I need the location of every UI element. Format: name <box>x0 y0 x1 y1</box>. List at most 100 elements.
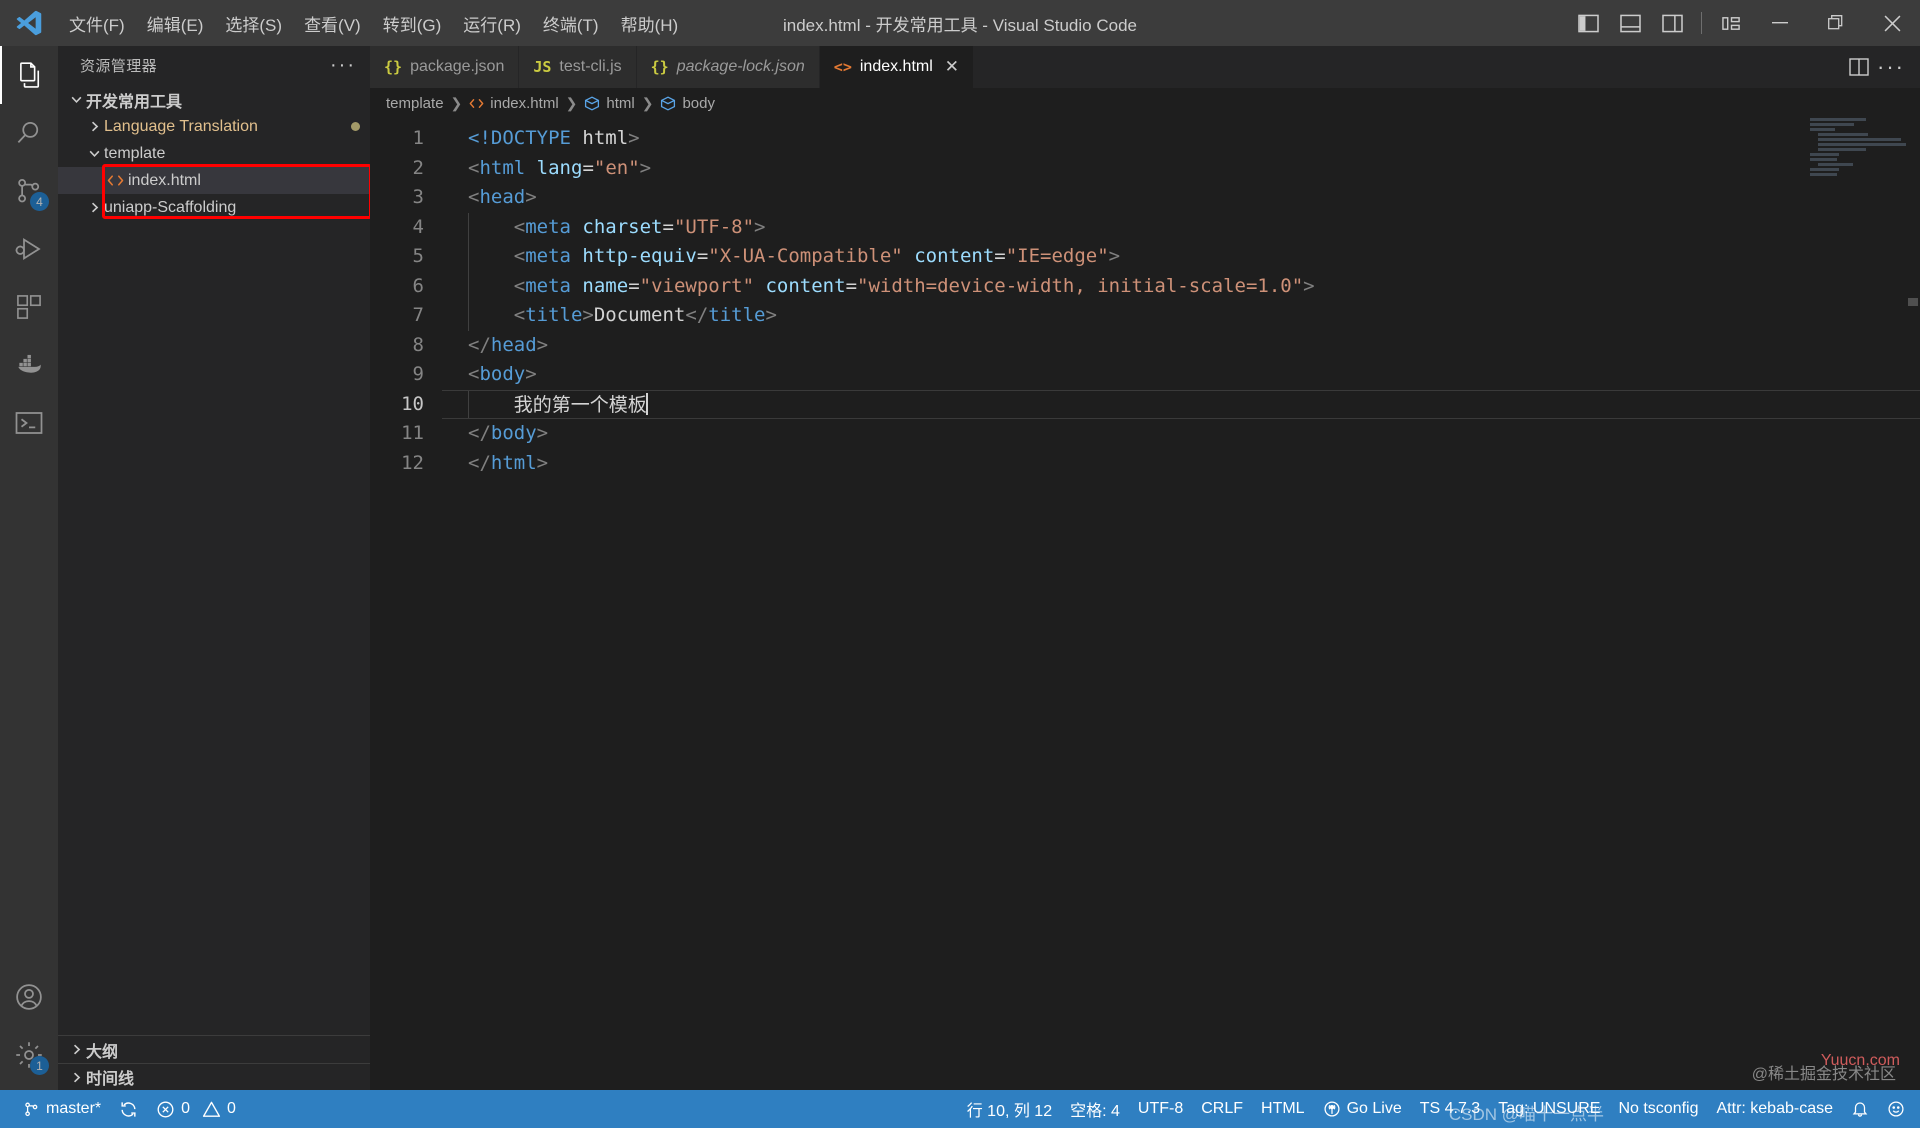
code-line[interactable]: </head> <box>442 331 1920 361</box>
status-feedback[interactable] <box>1878 1090 1914 1128</box>
code-line[interactable]: <title>Document</title> <box>442 301 1920 331</box>
menu-item-file[interactable]: 文件(F) <box>58 0 136 46</box>
status-eol[interactable]: CRLF <box>1192 1090 1252 1128</box>
code-token: "X-UA-Compatible" <box>708 245 903 267</box>
breadcrumb-item-template[interactable]: template <box>386 95 444 112</box>
minimize-button[interactable] <box>1752 0 1808 46</box>
code-editor[interactable]: 1 2 3 4 5 6 7 8 9 10 11 12 <!DOCTYPE html> <html lan… <box>370 118 1920 1090</box>
status-problems[interactable]: 0 0 <box>147 1090 245 1128</box>
menu-item-help[interactable]: 帮助(H) <box>610 0 690 46</box>
tree-row-index-html[interactable]: index.html <box>58 167 370 194</box>
editor-group: {} package.json JS test-cli.js {} packag… <box>370 46 1920 1090</box>
html-file-icon <box>104 173 126 188</box>
activity-item-accounts[interactable] <box>0 968 58 1026</box>
status-go-live[interactable]: Go Live <box>1314 1090 1411 1128</box>
html-icon: <> <box>833 58 852 76</box>
code-line[interactable]: <meta name="viewport" content="width=dev… <box>442 271 1920 301</box>
customize-layout-icon[interactable] <box>1710 0 1752 46</box>
chevron-right-icon <box>66 1071 86 1084</box>
tab-label: index.html <box>859 58 933 75</box>
toggle-panel-icon[interactable] <box>1609 0 1651 46</box>
status-tag-status[interactable]: Tag: UNSURE <box>1489 1090 1609 1128</box>
code-line[interactable]: <head> <box>442 183 1920 213</box>
editor-toolbar: ··· <box>1830 46 1920 88</box>
code-line[interactable]: <meta http-equiv="X-UA-Compatible" conte… <box>442 242 1920 272</box>
breadcrumb-item-index-html[interactable]: index.html <box>469 95 559 112</box>
editor-tabs: {} package.json JS test-cli.js {} packag… <box>370 46 1920 88</box>
code-token: head <box>479 186 526 208</box>
code-line[interactable]: </body> <box>442 419 1920 449</box>
split-editor-icon[interactable] <box>1844 46 1874 88</box>
code-line[interactable]: <body> <box>442 360 1920 390</box>
status-attr-case[interactable]: Attr: kebab-case <box>1708 1090 1843 1128</box>
code-line[interactable]: <!DOCTYPE html> <box>442 124 1920 154</box>
menu-item-edit[interactable]: 编辑(E) <box>136 0 215 46</box>
code-token: = <box>845 274 858 297</box>
status-notifications[interactable] <box>1842 1090 1878 1128</box>
editor-vertical-scrollbar[interactable] <box>1906 118 1920 1090</box>
status-typescript-version[interactable]: TS 4.7.3 <box>1411 1090 1489 1128</box>
code-token: > <box>536 422 549 444</box>
status-encoding[interactable]: UTF-8 <box>1129 1090 1192 1128</box>
breadcrumb: template ❯ index.html ❯ html ❯ body <box>370 88 1920 118</box>
broadcast-icon <box>1323 1100 1341 1118</box>
code-content[interactable]: <!DOCTYPE html> <html lang="en"> <head> <m… <box>442 118 1920 1090</box>
code-token: > <box>582 304 594 326</box>
code-line[interactable]: 我的第一个模板 <box>442 389 1920 419</box>
tree-row-template[interactable]: template <box>58 140 370 167</box>
source-control-badge: 4 <box>30 192 49 211</box>
close-button[interactable] <box>1864 0 1920 46</box>
code-token: < <box>468 245 526 267</box>
status-cursor-position[interactable]: 行 10, 列 12 <box>958 1090 1061 1128</box>
tree-row-language-translation[interactable]: Language Translation <box>58 113 370 140</box>
text-cursor <box>645 392 648 415</box>
code-line[interactable]: <meta charset="UTF-8"> <box>442 212 1920 242</box>
code-line[interactable]: <html lang="en"> <box>442 154 1920 184</box>
toggle-primary-sidebar-icon[interactable] <box>1567 0 1609 46</box>
activity-item-docker[interactable] <box>0 336 58 394</box>
menu-item-terminal[interactable]: 终端(T) <box>532 0 610 46</box>
status-tsconfig[interactable]: No tsconfig <box>1609 1090 1707 1128</box>
status-indentation[interactable]: 空格: 4 <box>1061 1090 1129 1128</box>
menu-item-view[interactable]: 查看(V) <box>293 0 372 46</box>
activity-item-search[interactable] <box>0 104 58 162</box>
tab-package-json[interactable]: {} package.json <box>370 46 520 88</box>
restore-button[interactable] <box>1808 0 1864 46</box>
sidebar-panel-timeline[interactable]: 时间线 <box>58 1063 370 1090</box>
scrollbar-thumb[interactable] <box>1908 298 1918 306</box>
status-sync-changes[interactable] <box>110 1090 147 1128</box>
chevron-right-icon: ❯ <box>565 94 578 111</box>
menu-item-run[interactable]: 运行(R) <box>452 0 532 46</box>
sidebar-panel-outline[interactable]: 大纲 <box>58 1036 370 1063</box>
tab-test-cli-js[interactable]: JS test-cli.js <box>519 46 637 88</box>
tree-row-uniapp-scaffolding[interactable]: uniapp-Scaffolding <box>58 194 370 221</box>
git-modified-dot-icon <box>351 122 360 131</box>
breadcrumb-item-body[interactable]: body <box>660 95 715 112</box>
status-language-mode[interactable]: HTML <box>1252 1090 1314 1128</box>
more-actions-icon[interactable]: ··· <box>1876 46 1906 88</box>
tree-label-uniapp-scaffolding: uniapp-Scaffolding <box>104 198 237 216</box>
tree-row-workspace-folder[interactable]: 开发常用工具 <box>58 86 370 113</box>
menu-bar: 文件(F) 编辑(E) 选择(S) 查看(V) 转到(G) 运行(R) 终端(T… <box>58 0 689 46</box>
activity-item-source-control[interactable]: 4 <box>0 162 58 220</box>
json-icon: {} <box>650 58 669 76</box>
activity-item-explorer[interactable] <box>0 46 58 104</box>
menu-item-go[interactable]: 转到(G) <box>372 0 453 46</box>
tab-close-icon[interactable]: ✕ <box>945 57 959 77</box>
menu-item-selection[interactable]: 选择(S) <box>214 0 293 46</box>
status-git-branch-label: master* <box>46 1100 102 1117</box>
explorer-sidebar: 资源管理器 ··· 开发常用工具 Language Translation te… <box>58 46 372 1090</box>
chevron-right-icon: ❯ <box>641 94 654 111</box>
activity-item-settings[interactable]: 1 <box>0 1026 58 1084</box>
breadcrumb-item-html[interactable]: html <box>584 95 635 112</box>
activity-item-terminal[interactable] <box>0 394 58 452</box>
status-git-branch[interactable]: master* <box>14 1090 110 1128</box>
code-line[interactable]: </html> <box>442 449 1920 479</box>
activity-item-extensions[interactable] <box>0 278 58 336</box>
tab-package-lock-json[interactable]: {} package-lock.json <box>636 46 820 88</box>
chevron-right-icon <box>66 1043 86 1056</box>
toggle-secondary-sidebar-icon[interactable] <box>1651 0 1693 46</box>
sidebar-more-actions-icon[interactable]: ··· <box>330 55 356 75</box>
activity-item-run-and-debug[interactable] <box>0 220 58 278</box>
tab-index-html[interactable]: <> index.html ✕ <box>819 46 975 88</box>
